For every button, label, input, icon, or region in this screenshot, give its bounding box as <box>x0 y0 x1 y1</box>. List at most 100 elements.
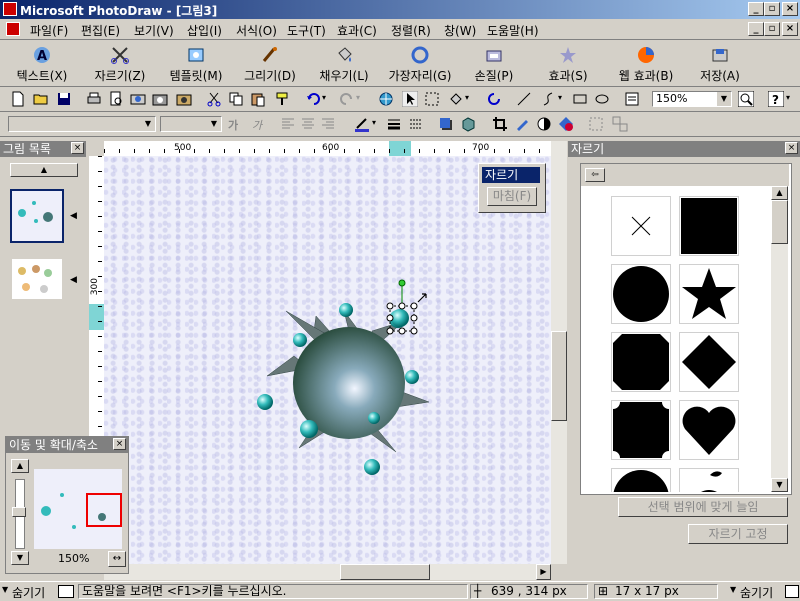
gallery-scroll-up-button[interactable]: ▲ <box>771 186 788 200</box>
font-name-combo[interactable]: ▼ <box>8 116 156 132</box>
contrast-icon[interactable] <box>536 116 552 132</box>
zoom-to-fit-icon[interactable] <box>738 91 754 107</box>
align-right-icon[interactable] <box>320 116 336 132</box>
undo-dropdown-icon[interactable]: ▾ <box>322 93 326 102</box>
shape-apple-partial[interactable] <box>679 468 739 492</box>
web-globe-icon[interactable] <box>378 91 394 107</box>
paste-icon[interactable] <box>250 91 266 107</box>
fit-to-selection-button[interactable]: 선택 범위에 맞게 늘임 <box>618 497 788 517</box>
curve-tool-icon[interactable] <box>540 91 556 107</box>
scroll-up-button[interactable]: ▲ <box>10 163 78 177</box>
zoom-out-button[interactable]: ▼ <box>11 551 29 565</box>
shadow-icon[interactable] <box>438 116 454 132</box>
fill-bucket-icon[interactable] <box>448 91 464 107</box>
shape-octagon[interactable] <box>611 332 671 392</box>
crop-popup-item[interactable]: 자르기 <box>482 167 540 183</box>
format-painter-icon[interactable] <box>274 91 290 107</box>
hide-right-label[interactable]: 숨기기 <box>740 584 773 601</box>
outline-button[interactable]: 가장자리(G) <box>382 42 458 84</box>
align-center-icon[interactable] <box>300 116 316 132</box>
shape-circle-partial[interactable] <box>611 468 671 492</box>
crop-button[interactable]: 자르기(Z) <box>88 42 152 84</box>
canvas-horizontal-scrollbar[interactable] <box>104 564 551 580</box>
picture-list-close-button[interactable]: × <box>71 142 84 154</box>
line-width-icon[interactable] <box>386 116 402 132</box>
font-size-dropdown-icon[interactable]: ▼ <box>207 117 221 131</box>
menu-arrange[interactable]: 정렬(R) <box>391 22 431 39</box>
touch-up-button[interactable]: 손질(P) <box>464 42 524 84</box>
rectangle-tool-icon[interactable] <box>572 91 588 107</box>
fit-view-button[interactable]: ↔ <box>108 551 126 567</box>
canvas-vertical-scrollbar[interactable] <box>551 141 567 564</box>
print-icon[interactable] <box>86 91 102 107</box>
pointer-icon[interactable] <box>402 91 418 107</box>
menu-effects[interactable]: 효과(C) <box>337 22 377 39</box>
open-icon[interactable] <box>33 91 49 107</box>
hide-right-arrow-icon[interactable]: ▼ <box>730 585 736 594</box>
color-effect-icon[interactable] <box>558 116 574 132</box>
menu-view[interactable]: 보기(V) <box>134 22 174 39</box>
redo-icon[interactable] <box>338 91 354 107</box>
crop-tool-icon[interactable] <box>492 116 508 132</box>
dash-style-icon[interactable] <box>408 116 424 132</box>
menu-file[interactable]: 파일(F) <box>30 22 68 39</box>
document-icon[interactable] <box>6 22 20 36</box>
properties-icon[interactable] <box>624 91 640 107</box>
effects-button[interactable]: 효과(S) <box>540 42 596 84</box>
line-color-dropdown-icon[interactable]: ▾ <box>372 118 376 127</box>
fill-dropdown-icon[interactable]: ▾ <box>465 93 469 102</box>
font-name-dropdown-icon[interactable]: ▼ <box>141 117 155 131</box>
picture-thumb-1[interactable] <box>10 189 64 243</box>
ellipse-tool-icon[interactable] <box>594 91 610 107</box>
new-icon[interactable] <box>10 91 26 107</box>
curve-dropdown-icon[interactable]: ▾ <box>558 93 562 102</box>
zoom-dropdown-icon[interactable]: ▼ <box>717 92 731 106</box>
menu-insert[interactable]: 삽입(I) <box>187 22 222 39</box>
canvas[interactable] <box>104 156 551 564</box>
close-button[interactable]: × <box>782 2 798 16</box>
lock-crop-button[interactable]: 자르기 고정 <box>688 524 788 544</box>
workpane-toggle-icon[interactable] <box>785 585 799 598</box>
gallery-back-button[interactable]: ⇦ <box>585 168 605 182</box>
font-size-combo[interactable]: ▼ <box>160 116 222 132</box>
viewport-indicator[interactable] <box>86 493 122 527</box>
template-button[interactable]: 템플릿(M) <box>160 42 232 84</box>
shape-circle[interactable] <box>611 264 671 324</box>
menu-edit[interactable]: 편집(E) <box>81 22 120 39</box>
doc-close-button[interactable]: × <box>782 22 798 36</box>
align-left-icon[interactable] <box>280 116 296 132</box>
canvas-vscroll-thumb[interactable] <box>551 331 567 421</box>
save-button[interactable]: 저장(A) <box>692 42 748 84</box>
minimize-button[interactable]: _ <box>748 2 764 16</box>
ungroup-icon[interactable] <box>612 116 628 132</box>
scan-icon[interactable] <box>130 91 146 107</box>
shape-notched-square[interactable] <box>611 400 671 460</box>
help-icon[interactable]: ? <box>768 91 784 107</box>
menu-window[interactable]: 창(W) <box>444 22 476 39</box>
zoom-slider-thumb[interactable] <box>12 507 26 517</box>
shape-heart[interactable] <box>679 400 739 460</box>
shape-star[interactable] <box>679 264 739 324</box>
cut-icon[interactable] <box>206 91 222 107</box>
pan-zoom-close-button[interactable]: × <box>113 438 126 450</box>
zoom-combo[interactable]: 150% ▼ <box>652 91 732 107</box>
finish-button[interactable]: 마침(F) <box>487 187 537 206</box>
group-icon[interactable] <box>588 116 604 132</box>
crop-workpane-close-button[interactable]: × <box>785 142 798 154</box>
draw-button[interactable]: 그리기(D) <box>238 42 302 84</box>
picture-thumb-2[interactable] <box>12 259 62 299</box>
copy-icon[interactable] <box>228 91 244 107</box>
canvas-scroll-right-button[interactable]: ▶ <box>536 564 551 580</box>
shape-diamond[interactable] <box>679 332 739 392</box>
rotate-icon[interactable] <box>486 91 502 107</box>
line-color-icon[interactable] <box>354 116 370 132</box>
save-disk-icon[interactable] <box>56 91 72 107</box>
digital-camera-icon[interactable] <box>152 91 168 107</box>
doc-restore-button[interactable]: ▫ <box>764 22 780 36</box>
help-dropdown-icon[interactable]: ▾ <box>786 93 790 102</box>
undo-icon[interactable] <box>306 91 322 107</box>
shape-square[interactable] <box>679 196 739 256</box>
bold-icon[interactable]: 가 <box>228 117 238 133</box>
app-icon[interactable] <box>3 2 17 16</box>
shape-cross[interactable] <box>611 196 671 256</box>
